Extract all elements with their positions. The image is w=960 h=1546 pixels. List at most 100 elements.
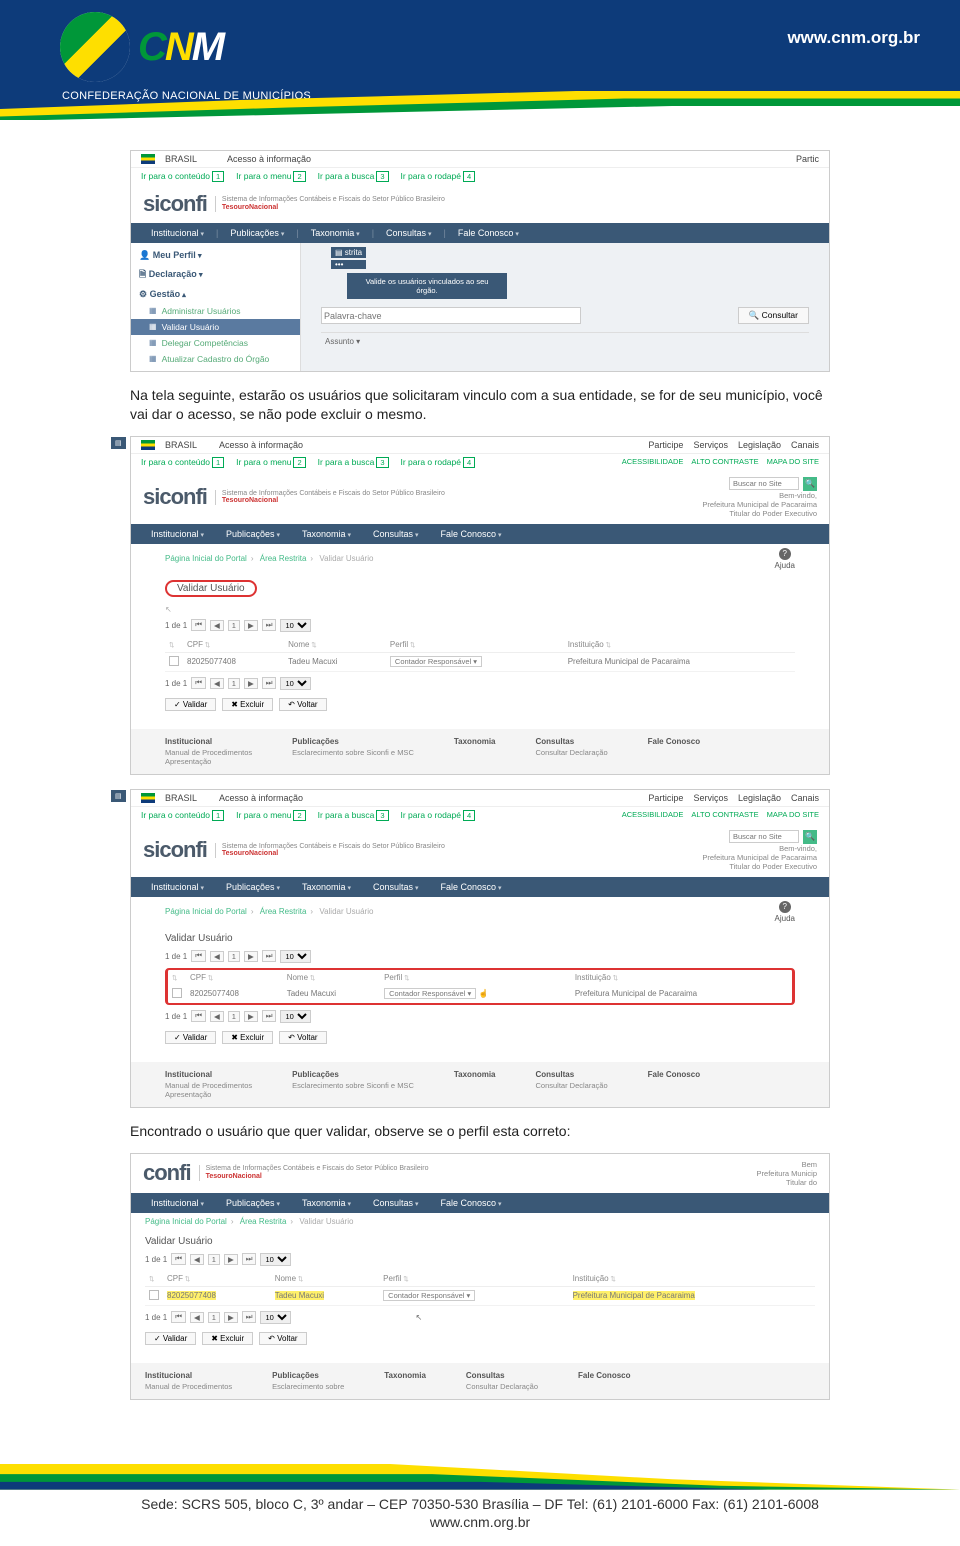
pager-last[interactable]: ⏭ [262,619,277,631]
nav-fale-conosco[interactable]: Fale Conosco [448,223,529,243]
pager-prev[interactable]: ◀ [210,620,224,631]
badge-ellipsis-icon[interactable]: ••• [331,260,366,269]
left-tab-icon[interactable]: ▤ [111,790,126,802]
gov-brasil-label[interactable]: BRASIL [165,154,197,164]
top-servicos[interactable]: Serviços [693,440,728,450]
gov-participe-link[interactable]: Partic [796,154,819,164]
crumb-home[interactable]: Página Inicial do Portal [165,554,247,563]
row-checkbox[interactable] [145,1286,163,1305]
menu-declaracao[interactable]: 🗎 Declaração [131,264,300,286]
top-participe[interactable]: Participe [648,440,683,450]
validar-button[interactable]: ✓ Validar [165,698,216,711]
col-instituicao[interactable]: Instituição [564,637,795,653]
welcome-line3: Titular do Poder Executivo [729,509,817,518]
logo-letter-n: N [165,25,192,69]
ajuda-icon[interactable]: Ajuda [775,901,795,923]
ajuda-icon[interactable]: Ajuda [775,548,795,570]
table-row[interactable]: 82025077408 Tadeu Macuxi Contador Respon… [145,1286,815,1305]
nav-publicacoes[interactable]: Publicações [216,524,290,544]
gov-brasil-label[interactable]: BRASIL [165,440,197,450]
footer-url[interactable]: www.cnm.org.br [20,1514,940,1530]
brasil-flag-icon [141,154,155,164]
breadcrumb: Página Inicial do Portal› Área Restrita›… [165,554,373,563]
nav-taxonomia[interactable]: Taxonomia [292,524,361,544]
gov-acesso-link[interactable]: Acesso à informação [227,154,311,164]
consultar-button[interactable]: 🔍 Consultar [738,307,809,324]
menu-delegar-competencias[interactable]: ▦Delegar Competências [131,335,300,351]
welcome-line2: Prefeitura Municipal de Pacaraima [702,500,817,509]
cnm-logo-badge [60,12,130,82]
crumb-current: Validar Usuário [319,554,373,563]
nav-consultas[interactable]: Consultas [376,223,442,243]
search-icon[interactable]: 🔍 [803,830,817,844]
menu-validar-usuario[interactable]: ▦Validar Usuário [131,319,300,335]
crumb-area-restrita[interactable]: Área Restrita [260,554,307,563]
restricted-badge[interactable]: ▤ strita [331,247,366,258]
top-canais[interactable]: Canais [791,440,819,450]
page-title: Validar Usuário [145,1236,815,1247]
util-contraste[interactable]: ALTO CONTRASTE [691,457,758,468]
validar-button[interactable]: ✓ Validar [165,1031,216,1044]
row-checkbox[interactable] [168,985,186,1003]
excluir-button[interactable]: ✖ Excluir [222,698,273,711]
util-acessibilidade[interactable]: ACESSIBILIDADE [622,457,684,468]
siconfi-tagline: Sistema de Informações Contábeis e Fisca… [215,196,445,211]
menu-administrar-usuarios[interactable]: ▦Administrar Usuários [131,303,300,319]
cnm-logo: CNM [60,12,223,82]
skip-rodape[interactable]: Ir para o rodapé4 [401,171,476,182]
nav-taxonomia[interactable]: Taxonomia [301,223,370,243]
voltar-button[interactable]: ↶ Voltar [279,698,326,711]
perfil-select[interactable]: Contador Responsável [390,656,482,667]
nav-publicacoes[interactable]: Publicações [220,223,294,243]
excluir-button[interactable]: ✖ Excluir [222,1031,273,1044]
page-size-select[interactable]: 10 [280,619,311,632]
grid-icon: ▦ [149,338,157,348]
skip-conteudo[interactable]: Ir para o conteúdo1 [141,457,224,468]
assunto-dropdown[interactable]: Assunto ▾ [321,332,809,350]
voltar-button[interactable]: ↶ Voltar [279,1031,326,1044]
siconfi-wordmark-cropped: confi [143,1160,191,1186]
perfil-select[interactable]: Contador Responsável [384,988,476,999]
nav-institucional[interactable]: Institucional [141,524,214,544]
menu-meu-perfil[interactable]: 👤 Meu Perfil [131,247,300,264]
perfil-select-hl[interactable]: Contador Responsável [383,1290,475,1301]
footer-address: Sede: SCRS 505, bloco C, 3º andar – CEP … [20,1496,940,1512]
screenshot-side-menu: BRASIL Acesso à informação Partic Ir par… [130,150,830,372]
skip-rodape[interactable]: Ir para o rodapé4 [401,457,476,468]
nav-fale-conosco[interactable]: Fale Conosco [431,524,512,544]
left-tab-icon[interactable]: ▤ [111,437,126,449]
pager-page[interactable]: 1 [228,620,240,631]
nav-consultas[interactable]: Consultas [363,524,429,544]
col-cpf[interactable]: CPF [183,637,284,653]
row-checkbox[interactable] [165,652,183,671]
document-body: BRASIL Acesso à informação Partic Ir par… [0,120,960,1424]
table-row[interactable]: 82025077408 Tadeu Macuxi Contador Respon… [165,652,795,671]
page-header: www.cnm.org.br CNM CONFEDERAÇÃO NACIONAL… [0,0,960,120]
nav-institucional[interactable]: Institucional [141,223,214,243]
gov-acesso-link[interactable]: Acesso à informação [219,440,303,450]
skip-menu[interactable]: Ir para o menu2 [236,457,305,468]
skip-conteudo[interactable]: Ir para o conteúdo1 [141,171,224,182]
col-perfil[interactable]: Perfil [386,637,564,653]
skip-menu[interactable]: Ir para o menu2 [236,171,305,182]
cursor-arrow-icon: ↖ [415,1313,422,1322]
page-title: Validar Usuário [165,933,795,944]
util-mapa[interactable]: MAPA DO SITE [767,457,819,468]
site-search-input[interactable] [729,477,799,490]
top-legislacao[interactable]: Legislação [738,440,781,450]
table-row[interactable]: 82025077408 Tadeu Macuxi Contador Respon… [168,985,792,1003]
palavra-chave-input[interactable] [321,307,581,324]
menu-atualizar-cadastro[interactable]: ▦Atualizar Cadastro do Órgão [131,351,300,367]
pager-first[interactable]: ⏮ [191,619,206,631]
menu-gestao[interactable]: ⚙ Gestão [131,286,300,303]
header-url[interactable]: www.cnm.org.br [787,28,920,48]
skip-busca[interactable]: Ir para a busca3 [318,171,389,182]
pager-next[interactable]: ▶ [244,620,258,631]
cell-inst-hl: Prefeitura Municipal de Pacaraima [573,1291,695,1300]
pager-bottom: 1 de 1 ⏮ ◀ 1 ▶ ⏭ 10 [165,677,795,690]
page-footer: Sede: SCRS 505, bloco C, 3º andar – CEP … [0,1464,960,1546]
search-icon[interactable]: 🔍 [803,477,817,491]
skip-busca[interactable]: Ir para a busca3 [318,457,389,468]
siconfi-wordmark: siconfi [143,484,207,510]
col-nome[interactable]: Nome [284,637,386,653]
